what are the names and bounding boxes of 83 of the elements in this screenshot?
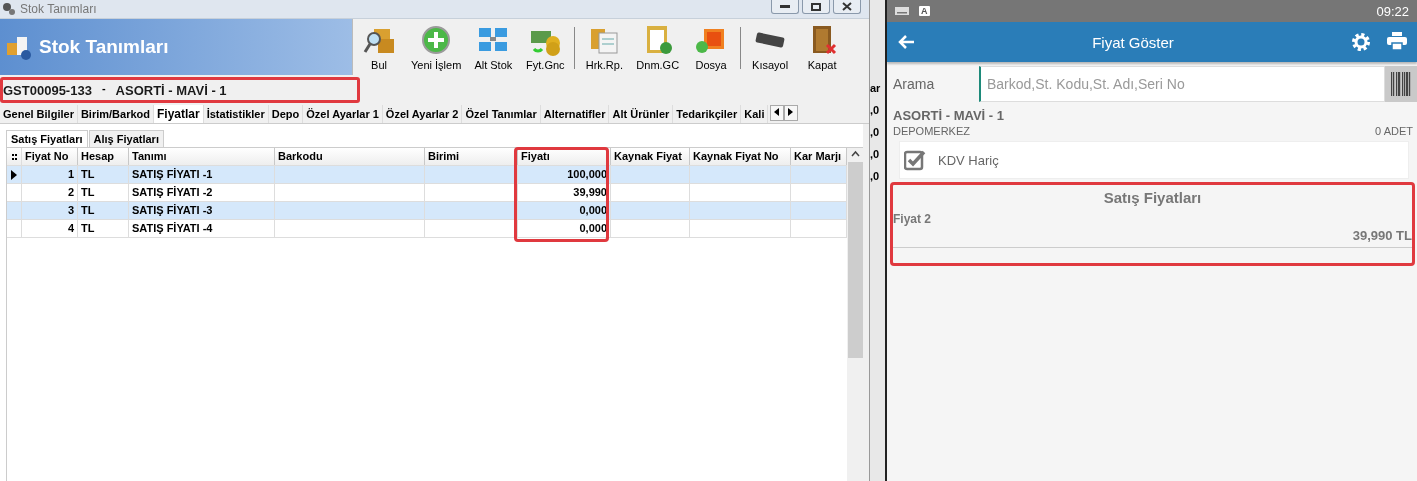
minimize-icon bbox=[780, 4, 790, 9]
table-cell: SATIŞ FİYATI -4 bbox=[129, 220, 275, 237]
left-arrow-icon bbox=[774, 108, 781, 116]
toolbar-button[interactable]: Bul bbox=[353, 21, 405, 75]
back-icon[interactable] bbox=[897, 34, 915, 50]
table-cell: 100,000 bbox=[518, 166, 611, 183]
maximize-button[interactable] bbox=[802, 0, 830, 14]
search-field[interactable]: Barkod,St. Kodu,St. Adı,Seri No bbox=[979, 66, 1385, 102]
print-icon[interactable] bbox=[1387, 32, 1407, 50]
tab[interactable]: Tedarikçiler bbox=[673, 105, 742, 123]
subtab[interactable]: Alış Fiyatları bbox=[88, 130, 164, 147]
price-value: 39,990 TL bbox=[893, 228, 1412, 248]
product-name: ASORTİ - MAVİ - 1 bbox=[893, 108, 1005, 123]
cell-fragment: ar bbox=[870, 82, 882, 96]
close-icon bbox=[842, 2, 852, 11]
tab[interactable]: Özel Ayarlar 1 bbox=[303, 105, 383, 123]
warehouse-name: DEPOMERKEZ bbox=[893, 125, 970, 137]
settings-icon[interactable] bbox=[1351, 32, 1371, 52]
table-cell: SATIŞ FİYATI -3 bbox=[129, 202, 275, 219]
close-button[interactable] bbox=[833, 0, 861, 14]
column-header[interactable]: Tanımı bbox=[129, 148, 275, 165]
toolbar-button[interactable]: Kısayol bbox=[744, 21, 797, 75]
maximize-icon bbox=[811, 2, 821, 11]
cell-fragment: ,0 bbox=[870, 126, 881, 140]
table-cell: SATIŞ FİYATI -1 bbox=[129, 166, 275, 183]
stock-name: ASORTİ - MAVİ - 1 bbox=[115, 82, 227, 98]
cell-fragment: ,0 bbox=[870, 170, 881, 184]
right-arrow-icon bbox=[788, 108, 795, 116]
app-icon bbox=[2, 2, 16, 16]
column-header[interactable]: Birimi bbox=[425, 148, 518, 165]
tab[interactable]: Fiyatlar bbox=[154, 105, 204, 123]
subtab[interactable]: Satış Fiyatları bbox=[6, 130, 88, 147]
table-cell: 2 bbox=[22, 184, 78, 201]
table-cell: SATIŞ FİYATI -2 bbox=[129, 184, 275, 201]
table-cell: TL bbox=[78, 184, 129, 201]
window-title: Stok Tanımları bbox=[20, 2, 98, 16]
panel-title: Satış Fiyatları bbox=[1102, 189, 1203, 206]
vertical-scrollbar[interactable] bbox=[847, 148, 863, 481]
app-title: Fiyat Göster bbox=[1091, 33, 1175, 51]
barcode-button[interactable] bbox=[1385, 66, 1417, 102]
separator-text: - bbox=[101, 82, 106, 94]
vat-label: KDV Hariç bbox=[938, 152, 999, 168]
search-label: Arama bbox=[893, 76, 936, 92]
header-title: Stok Tanımları bbox=[39, 36, 169, 58]
column-header[interactable]: Kaynak Fiyat No bbox=[690, 148, 791, 165]
column-header[interactable]: Kaynak Fiyat bbox=[611, 148, 690, 165]
grid-menu-icon[interactable] bbox=[11, 153, 17, 160]
toolbar-button[interactable]: Dnm.GC bbox=[630, 21, 686, 75]
table-cell: 3 bbox=[22, 202, 78, 219]
barcode-icon bbox=[1391, 72, 1411, 96]
toolbar-button[interactable]: Fyt.Gnc bbox=[519, 21, 572, 75]
quantity-text: 0 ADET bbox=[1375, 125, 1413, 137]
toolbar-button[interactable]: Kapat bbox=[796, 21, 849, 75]
table-cell: 4 bbox=[22, 220, 78, 237]
cell-fragment: ,0 bbox=[870, 104, 881, 118]
table-cell: TL bbox=[78, 166, 129, 183]
table-cell: 1 bbox=[22, 166, 78, 183]
scroll-right-button[interactable] bbox=[784, 105, 799, 121]
vat-checkbox[interactable] bbox=[904, 149, 926, 171]
scroll-left-button[interactable] bbox=[770, 105, 785, 121]
toolbar-button[interactable]: Dosya bbox=[685, 21, 738, 75]
minimize-button[interactable] bbox=[771, 0, 799, 14]
table-cell: 0,000 bbox=[518, 220, 611, 237]
column-header[interactable]: Barkodu bbox=[275, 148, 425, 165]
input-badge: A bbox=[919, 6, 930, 16]
table-cell: TL bbox=[78, 202, 129, 219]
cell-fragment: ,0 bbox=[870, 148, 881, 162]
tab[interactable]: Kali bbox=[741, 105, 769, 123]
table-cell: 39,990 bbox=[518, 184, 611, 201]
toolbar-button[interactable]: Alt Stok bbox=[467, 21, 520, 75]
tab[interactable]: Genel Bilgiler bbox=[0, 105, 78, 123]
column-header[interactable]: Fiyat No bbox=[22, 148, 78, 165]
stock-code: GST00095-133 bbox=[3, 82, 92, 98]
table-cell: 0,000 bbox=[518, 202, 611, 219]
table-cell: TL bbox=[78, 220, 129, 237]
tab[interactable]: Alt Ürünler bbox=[609, 105, 674, 123]
column-header[interactable]: Fiyatı bbox=[518, 148, 611, 165]
status-time: 09:22 bbox=[1376, 3, 1409, 19]
keyboard-icon bbox=[895, 7, 909, 15]
price-label: Fiyat 2 bbox=[893, 212, 932, 226]
toolbar-button[interactable]: Yeni İşlem bbox=[405, 21, 468, 75]
toolbar-button[interactable]: Hrk.Rp. bbox=[578, 21, 631, 75]
column-header[interactable]: Hesap bbox=[78, 148, 129, 165]
